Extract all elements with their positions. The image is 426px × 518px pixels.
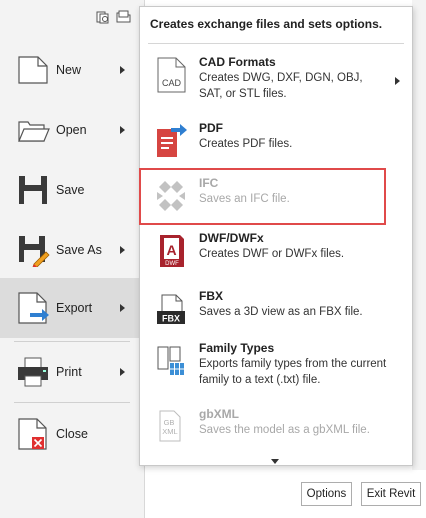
new-submenu-arrow-icon bbox=[120, 66, 125, 74]
cad-icon: CAD bbox=[154, 57, 188, 93]
printer-icon bbox=[16, 355, 50, 389]
save-as-submenu-arrow-icon bbox=[120, 246, 125, 254]
floppy-disk-icon bbox=[16, 173, 50, 207]
pdf-item[interactable]: PDF Creates PDF files. bbox=[148, 117, 406, 173]
options-button[interactable]: Options bbox=[301, 482, 352, 506]
flyout-header: Creates exchange files and sets options. bbox=[150, 17, 383, 31]
dwf-icon: A DWF bbox=[154, 233, 188, 269]
background-panel bbox=[412, 0, 426, 470]
print-command[interactable]: Print bbox=[0, 342, 145, 402]
fbx-title: FBX bbox=[199, 289, 223, 303]
open-label: Open bbox=[56, 123, 87, 137]
print-submenu-arrow-icon bbox=[120, 368, 125, 376]
gbxml-icon-text-line1: GB bbox=[164, 418, 175, 427]
open-submenu-arrow-icon bbox=[120, 126, 125, 134]
new-document-icon bbox=[16, 53, 50, 87]
export-submenu-arrow-icon bbox=[120, 304, 125, 312]
close-command[interactable]: Close bbox=[0, 404, 145, 464]
fbx-icon-text: FBX bbox=[162, 314, 180, 324]
gbxml-item[interactable]: GB XML gbXML Saves the model as a gbXML f… bbox=[148, 403, 406, 459]
fbx-description: Saves a 3D view as an FBX file. bbox=[199, 306, 363, 318]
save-as-icon bbox=[16, 233, 50, 268]
open-folder-icon bbox=[16, 113, 50, 147]
open-command[interactable]: Open bbox=[0, 100, 145, 160]
close-document-icon bbox=[16, 417, 50, 451]
dwf-description: Creates DWF or DWFx files. bbox=[199, 248, 345, 260]
dwf-title: DWF/DWFx bbox=[199, 231, 264, 245]
flyout-divider bbox=[148, 43, 404, 44]
dwf-item[interactable]: A DWF DWF/DWFx Creates DWF or DWFx files. bbox=[148, 227, 406, 283]
family-types-icon bbox=[154, 343, 188, 379]
svg-text:A: A bbox=[166, 242, 176, 258]
application-menu-commands: New Open Save Save As Export Print Close bbox=[0, 0, 145, 518]
dwf-icon-text: DWF bbox=[165, 261, 179, 267]
fbx-item[interactable]: FBX FBX Saves a 3D view as an FBX file. bbox=[148, 285, 406, 341]
close-label: Close bbox=[56, 427, 88, 441]
pdf-export-icon bbox=[154, 123, 188, 159]
menu-divider bbox=[14, 402, 130, 403]
open-documents-icon[interactable] bbox=[116, 10, 132, 24]
family-types-title: Family Types bbox=[199, 341, 275, 355]
new-command[interactable]: New bbox=[0, 40, 145, 100]
ifc-highlight-box bbox=[139, 168, 386, 225]
family-types-item[interactable]: Family Types Exports family types from t… bbox=[148, 337, 406, 393]
top-icon-bar bbox=[96, 10, 132, 24]
exit-revit-button[interactable]: Exit Revit bbox=[361, 482, 421, 506]
export-icon bbox=[16, 291, 50, 325]
pdf-description: Creates PDF files. bbox=[199, 138, 293, 150]
gbxml-icon: GB XML bbox=[154, 409, 188, 445]
save-command[interactable]: Save bbox=[0, 160, 145, 220]
pdf-title: PDF bbox=[199, 121, 223, 135]
recent-documents-icon[interactable] bbox=[96, 10, 110, 24]
export-label: Export bbox=[56, 301, 93, 315]
gbxml-title: gbXML bbox=[199, 407, 239, 421]
export-flyout-menu: Creates exchange files and sets options.… bbox=[139, 6, 413, 466]
cad-formats-title: CAD Formats bbox=[199, 55, 276, 69]
print-label: Print bbox=[56, 365, 82, 379]
cad-formats-item[interactable]: CAD CAD Formats Creates DWG, DXF, DGN, O… bbox=[148, 51, 406, 107]
gbxml-description: Saves the model as a gbXML file. bbox=[199, 424, 370, 436]
cad-icon-text: CAD bbox=[162, 78, 182, 88]
save-as-command[interactable]: Save As bbox=[0, 220, 145, 280]
new-label: New bbox=[56, 63, 82, 77]
save-as-label: Save As bbox=[56, 243, 102, 257]
gbxml-icon-text-line2: XML bbox=[162, 427, 177, 436]
scroll-down-arrow-icon[interactable] bbox=[271, 459, 279, 464]
export-command[interactable]: Export bbox=[0, 278, 145, 338]
save-label: Save bbox=[56, 183, 85, 197]
cad-formats-submenu-arrow-icon bbox=[395, 77, 400, 85]
cad-formats-description: Creates DWG, DXF, DGN, OBJ, SAT, or STL … bbox=[199, 72, 363, 100]
fbx-icon: FBX bbox=[154, 291, 188, 327]
family-types-description: Exports family types from the current fa… bbox=[199, 358, 387, 386]
